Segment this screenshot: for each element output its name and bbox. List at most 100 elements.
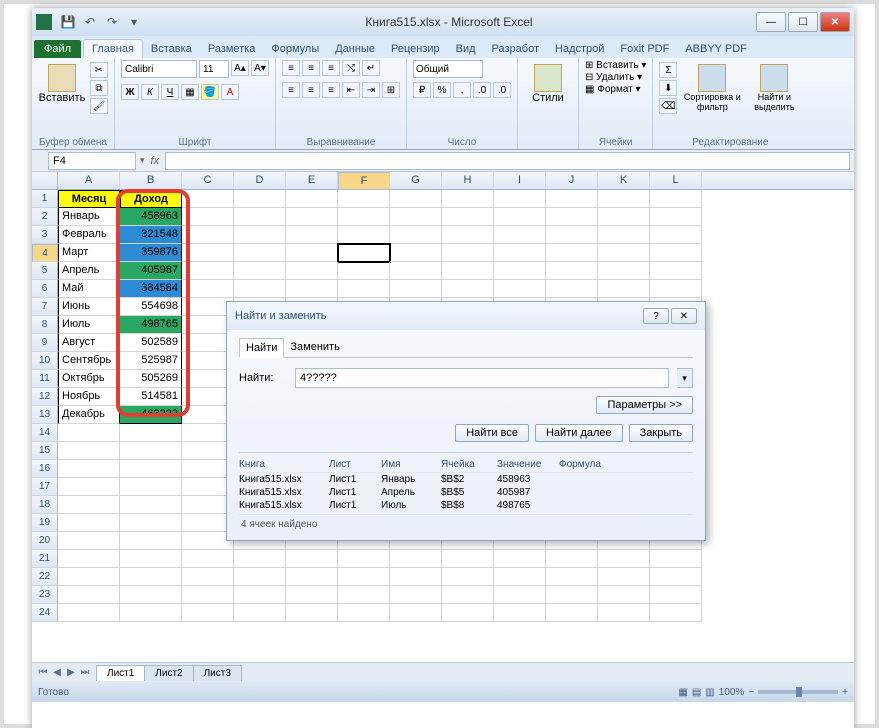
sheet-nav-next-icon[interactable]: ▶ [64, 667, 78, 678]
cell[interactable] [182, 244, 234, 262]
cell[interactable] [234, 586, 286, 604]
cell[interactable] [120, 496, 182, 514]
cell[interactable] [650, 568, 702, 586]
cell[interactable] [546, 226, 598, 244]
cell-value[interactable]: 463222 [120, 406, 182, 424]
sheet-tab-2[interactable]: Лист2 [144, 665, 193, 681]
dialog-tab-find[interactable]: Найти [239, 338, 284, 358]
cell[interactable] [120, 442, 182, 460]
cell[interactable] [598, 280, 650, 298]
cell[interactable] [182, 262, 234, 280]
sheet-nav-first-icon[interactable]: ⏮ [36, 667, 50, 678]
row-header[interactable]: 3 [32, 226, 58, 244]
cell[interactable] [234, 244, 286, 262]
row-header[interactable]: 4 [32, 244, 58, 262]
cell[interactable] [442, 586, 494, 604]
cell[interactable] [494, 586, 546, 604]
redo-icon[interactable]: ↷ [102, 12, 122, 32]
cell[interactable] [598, 226, 650, 244]
row-header[interactable]: 7 [32, 298, 58, 316]
row-header[interactable]: 14 [32, 424, 58, 442]
cell[interactable] [234, 280, 286, 298]
col-header-E[interactable]: E [286, 172, 338, 189]
font-name-input[interactable] [121, 60, 197, 78]
cell[interactable] [120, 550, 182, 568]
dialog-title-bar[interactable]: Найти и заменить ? ✕ [227, 302, 705, 330]
copy-icon[interactable]: ⧉ [90, 80, 108, 96]
cell[interactable] [182, 190, 234, 208]
row-header[interactable]: 23 [32, 586, 58, 604]
cell[interactable] [650, 280, 702, 298]
cell-month[interactable]: Июль [58, 316, 120, 334]
cell[interactable] [390, 208, 442, 226]
row-header[interactable]: 24 [32, 604, 58, 622]
cell-value[interactable]: 359876 [120, 244, 182, 262]
cell[interactable] [546, 208, 598, 226]
insert-cells-button[interactable]: ⊞ Вставить ▾ [585, 60, 646, 71]
tab-data[interactable]: Данные [327, 40, 383, 58]
align-left-icon[interactable]: ≡ [282, 82, 300, 98]
cell-month[interactable]: Август [58, 334, 120, 352]
format-painter-icon[interactable]: 🖌 [90, 98, 108, 114]
cell[interactable] [546, 586, 598, 604]
row-header[interactable]: 1 [32, 190, 58, 208]
cell[interactable] [546, 262, 598, 280]
cell[interactable] [234, 262, 286, 280]
result-row[interactable]: Книга515.xlsxЛист1Январь$B$2458963 [239, 473, 693, 486]
cell[interactable] [58, 478, 120, 496]
cell[interactable] [338, 550, 390, 568]
cell[interactable] [546, 244, 598, 262]
row-header[interactable]: 9 [32, 334, 58, 352]
cell[interactable] [338, 208, 390, 226]
cell[interactable] [286, 208, 338, 226]
cell[interactable] [58, 442, 120, 460]
tab-insert[interactable]: Вставка [143, 40, 200, 58]
fill-icon[interactable]: ⬇ [659, 80, 677, 96]
cell[interactable] [598, 262, 650, 280]
find-history-dropdown-icon[interactable]: ▾ [677, 368, 693, 388]
cell[interactable] [338, 604, 390, 622]
cell-month[interactable]: Июнь [58, 298, 120, 316]
dialog-help-icon[interactable]: ? [643, 308, 669, 324]
increase-font-icon[interactable]: A▴ [231, 60, 249, 76]
cell[interactable] [650, 586, 702, 604]
close-button[interactable]: ✕ [820, 12, 850, 32]
cell[interactable] [442, 208, 494, 226]
cell[interactable] [390, 604, 442, 622]
cell[interactable] [182, 280, 234, 298]
cell[interactable] [120, 586, 182, 604]
font-size-input[interactable] [199, 60, 229, 78]
find-select-button[interactable]: Найти и выделить [747, 60, 801, 112]
cell-value[interactable]: 321548 [120, 226, 182, 244]
cell[interactable] [390, 262, 442, 280]
decrease-decimal-icon[interactable]: .0 [493, 82, 511, 98]
row-header[interactable]: 15 [32, 442, 58, 460]
orientation-icon[interactable]: ⤭ [342, 60, 360, 76]
cell[interactable] [58, 496, 120, 514]
cut-icon[interactable]: ✂ [90, 62, 108, 78]
cell[interactable] [650, 262, 702, 280]
row-header[interactable]: 19 [32, 514, 58, 532]
cell[interactable] [338, 262, 390, 280]
cell-month[interactable]: Декабрь [58, 406, 120, 424]
bold-icon[interactable]: Ж [121, 84, 139, 100]
row-header[interactable]: 16 [32, 460, 58, 478]
cell[interactable] [598, 550, 650, 568]
cell[interactable] [286, 568, 338, 586]
cell-value[interactable]: 505269 [120, 370, 182, 388]
cell[interactable] [442, 604, 494, 622]
tab-addins[interactable]: Надстрой [547, 40, 612, 58]
qat-dropdown-icon[interactable]: ▾ [124, 12, 144, 32]
cell[interactable] [494, 208, 546, 226]
cell[interactable] [390, 226, 442, 244]
align-right-icon[interactable]: ≡ [322, 82, 340, 98]
cell-value[interactable]: 554698 [120, 298, 182, 316]
cell[interactable] [442, 190, 494, 208]
row-header[interactable]: 10 [32, 352, 58, 370]
cell[interactable] [546, 550, 598, 568]
tab-view[interactable]: Вид [448, 40, 484, 58]
align-top-icon[interactable]: ≡ [282, 60, 300, 76]
cell[interactable] [234, 208, 286, 226]
merge-icon[interactable]: ⊞ [382, 82, 400, 98]
view-normal-icon[interactable]: ▦ [678, 687, 687, 698]
